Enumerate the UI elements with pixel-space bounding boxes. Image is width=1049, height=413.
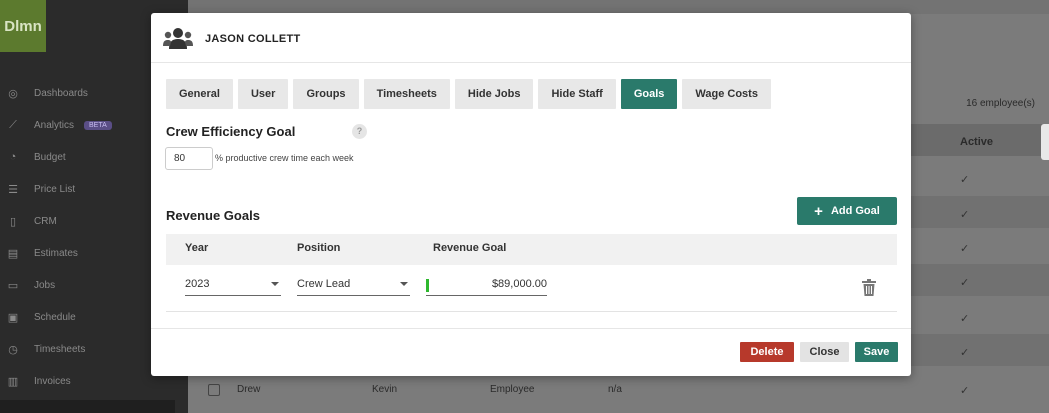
tab-hide-staff[interactable]: Hide Staff [538, 79, 616, 109]
tab-timesheets[interactable]: Timesheets [363, 79, 450, 109]
app-logo: Dlmn [0, 0, 46, 52]
chevron-down-icon [271, 282, 279, 286]
modal-footer [151, 328, 911, 376]
top-bar [188, 0, 1049, 14]
active-check-icon: ✓ [960, 277, 970, 289]
sidebar-footer [0, 400, 175, 413]
clock-icon: ◷ [8, 343, 18, 356]
tab-general[interactable]: General [166, 79, 233, 109]
row-checkbox[interactable] [208, 384, 220, 396]
sidebar-item-label: Jobs [34, 279, 56, 291]
active-check-icon: ✓ [960, 243, 970, 255]
chart-line-icon: ⟋ [9, 118, 17, 131]
active-check-icon: ✓ [960, 385, 970, 397]
sidebar-item-label: CRM [34, 215, 57, 227]
active-check-icon: ✓ [960, 209, 970, 221]
column-header-year: Year [185, 242, 209, 254]
tab-goals[interactable]: Goals [620, 79, 678, 109]
add-goal-button[interactable]: + Add Goal [797, 197, 897, 225]
delete-button[interactable]: Delete [740, 342, 794, 362]
tab-hide-jobs[interactable]: Hide Jobs [454, 79, 534, 109]
sidebar-item-label: Schedule [34, 311, 76, 323]
crew-efficiency-suffix: % productive crew time each week [215, 153, 354, 163]
trash-icon[interactable] [862, 279, 876, 296]
save-button[interactable]: Save [855, 342, 898, 362]
chevron-down-icon [400, 282, 408, 286]
modal-title: JASON COLLETT [205, 33, 301, 45]
calendar-icon: ▣ [7, 311, 19, 324]
crew-efficiency-title: Crew Efficiency Goal [166, 124, 296, 139]
active-check-icon: ✓ [960, 347, 970, 359]
year-select[interactable]: 2023 [185, 278, 281, 296]
crew-efficiency-input[interactable]: 80 [165, 147, 213, 170]
jobs-icon: ▭ [7, 279, 19, 292]
row-name: Drew [237, 384, 261, 395]
add-goal-label: Add Goal [830, 205, 880, 217]
employee-count: 16 employee(s) [966, 98, 1035, 109]
active-check-icon: ✓ [960, 174, 970, 186]
sidebar-item-label: Budget [34, 151, 66, 163]
list-icon: ☰ [8, 183, 18, 196]
calculator-icon: ▤ [7, 247, 19, 260]
beta-badge: BETA [84, 120, 112, 130]
help-icon[interactable]: ? [352, 124, 367, 139]
revenue-goals-title: Revenue Goals [166, 208, 260, 223]
pie-chart-icon: ◔ [9, 151, 17, 163]
sidebar-item-label: Price List [34, 183, 76, 195]
year-select-value: 2023 [185, 278, 210, 290]
side-handle[interactable] [1041, 124, 1049, 160]
sidebar-item-label: Invoices [34, 375, 71, 387]
tab-wage-costs[interactable]: Wage Costs [682, 79, 771, 109]
sidebar-item-label: Analytics [34, 119, 75, 131]
tab-groups[interactable]: Groups [293, 79, 359, 109]
palette-icon: ◎ [8, 87, 18, 100]
column-header-revenue-goal: Revenue Goal [433, 242, 507, 254]
column-header-active: Active [960, 136, 994, 148]
invoice-icon: ▥ [7, 375, 19, 388]
column-header-position: Position [297, 242, 341, 254]
employee-modal: JASON COLLETT General User Groups Timesh… [151, 13, 911, 376]
close-button[interactable]: Close [800, 342, 849, 362]
modal-header: JASON COLLETT [151, 13, 911, 63]
sidebar-item-label: Dashboards [34, 87, 88, 99]
goals-table-header [166, 234, 897, 265]
plus-icon: + [814, 202, 823, 220]
revenue-goal-input[interactable]: $89,000.00 [426, 278, 547, 296]
position-select[interactable]: Crew Lead [297, 278, 410, 296]
sidebar-item-label: Estimates [34, 247, 78, 259]
contact-card-icon: ▯ [9, 215, 17, 228]
users-icon [163, 28, 193, 49]
row-first-name: Kevin [372, 384, 398, 395]
active-check-icon: ✓ [960, 313, 970, 325]
sidebar-item-label: Timesheets [34, 343, 86, 355]
tab-bar: General User Groups Timesheets Hide Jobs… [166, 79, 771, 109]
tab-user[interactable]: User [237, 79, 289, 109]
row-extra: n/a [608, 384, 622, 395]
position-select-value: Crew Lead [297, 278, 351, 290]
row-role: Employee [490, 384, 535, 395]
